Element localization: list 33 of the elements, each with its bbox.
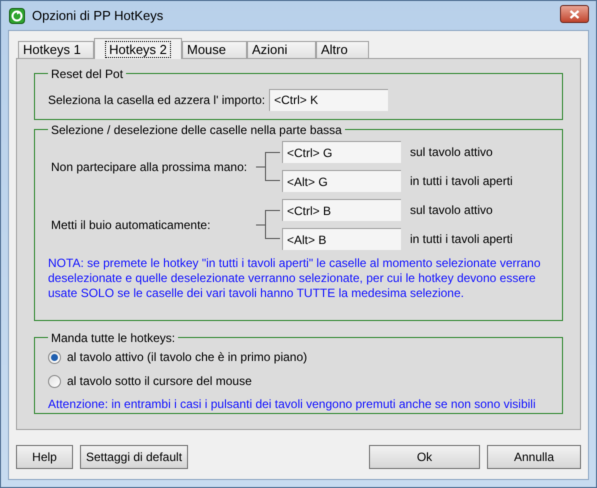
hotkey-field[interactable]: <Alt> G bbox=[282, 170, 401, 192]
hotkey-label: Non partecipare alla prossima mano: bbox=[50, 158, 248, 176]
dialog-button[interactable]: Help bbox=[16, 445, 73, 469]
hotkey-field[interactable]: <Ctrl> B bbox=[282, 199, 401, 221]
hotkey-field[interactable]: <Ctrl> G bbox=[282, 141, 401, 163]
app-icon bbox=[9, 8, 25, 24]
dialog-button[interactable]: Ok bbox=[369, 445, 480, 469]
bracket-icon bbox=[256, 152, 282, 181]
bracket-icon bbox=[256, 210, 282, 239]
radio-label[interactable]: al tavolo attivo (il tavolo che è in primo piano) bbox=[67, 348, 308, 366]
dialog-button[interactable]: Settaggi di default bbox=[80, 445, 188, 469]
radio-label[interactable]: al tavolo sotto il cursore del mouse bbox=[67, 372, 252, 390]
tab[interactable]: Altro bbox=[316, 41, 369, 58]
note-text: NOTA: se premete le hotkey "in tutti i tavoli aperti" le caselle al momento selezionate verrano deselezionate e quelle deselezionate verranno selezionate, per cui le hotkey devono essere usate SOLO se le caselle dei vari tavoli hanno TUTTE la medesima selezione. bbox=[48, 256, 542, 301]
warning-text: Attenzione: in entrambi i casi i pulsanti dei tavoli vengono premuti anche se non sono visibili bbox=[48, 396, 537, 413]
hotkey-label: Metti il buio automaticamente: bbox=[50, 216, 212, 234]
window-title: Opzioni di PP HotKeys bbox=[32, 6, 164, 25]
scope-label: sul tavolo attivo bbox=[410, 202, 493, 219]
radio-button[interactable] bbox=[48, 350, 61, 364]
tab[interactable]: Mouse bbox=[182, 41, 247, 58]
dialog-button[interactable]: Annulla bbox=[487, 445, 581, 469]
scope-label: sul tavolo attivo bbox=[410, 144, 493, 161]
close-button[interactable] bbox=[560, 5, 589, 23]
hotkey-field[interactable]: <Ctrl> K bbox=[269, 88, 388, 110]
tab[interactable]: Hotkeys 1 bbox=[18, 41, 94, 58]
close-icon bbox=[569, 10, 580, 18]
radio-button[interactable] bbox=[48, 374, 61, 388]
scope-label: in tutti i tavoli aperti bbox=[410, 231, 513, 248]
tab[interactable]: Hotkeys 2 bbox=[94, 38, 182, 59]
scope-label: in tutti i tavoli aperti bbox=[410, 173, 513, 190]
field-label: Seleziona la casella ed azzera l' importo: bbox=[48, 92, 266, 108]
tab[interactable]: Azioni bbox=[247, 41, 316, 58]
hotkey-field[interactable]: <Alt> B bbox=[282, 228, 401, 250]
